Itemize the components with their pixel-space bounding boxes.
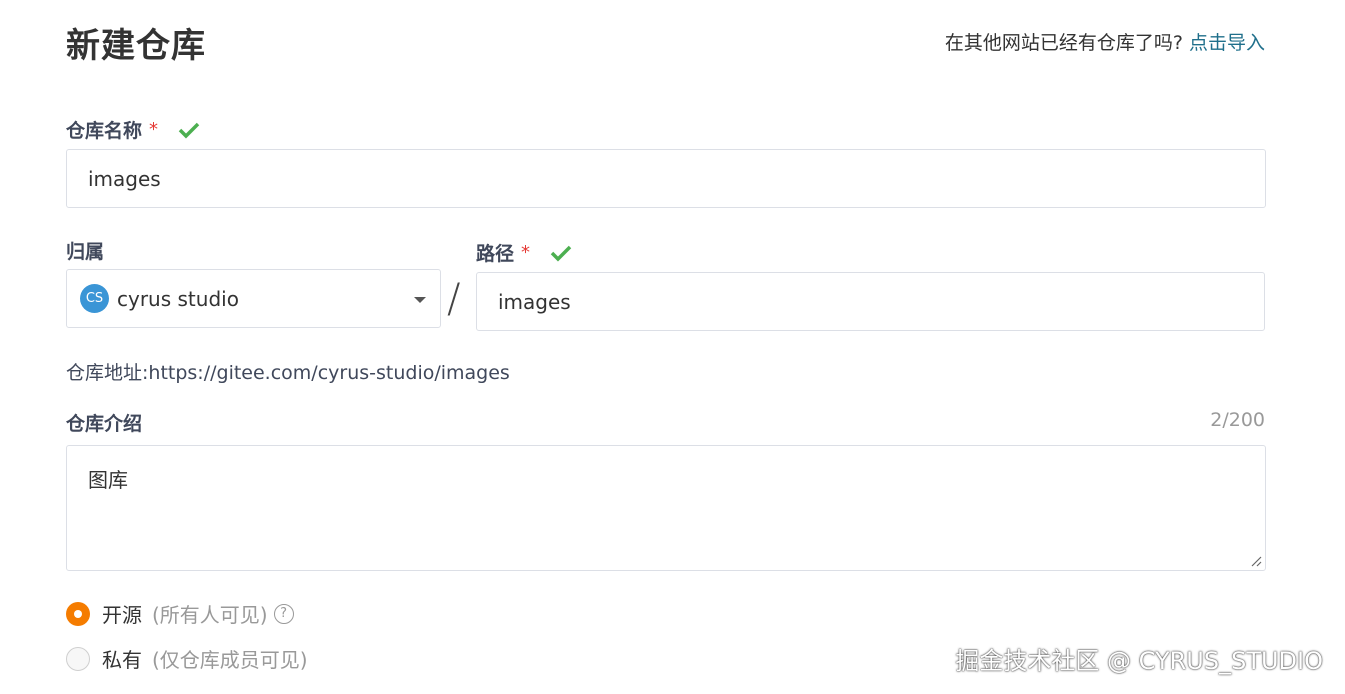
required-mark: * bbox=[521, 242, 531, 263]
repo-name-label-text: 仓库名称 bbox=[66, 120, 143, 142]
description-textarea[interactable]: 图库 bbox=[66, 445, 1266, 571]
radio-public-label: 开源 bbox=[102, 603, 142, 627]
description-label: 仓库介绍 bbox=[66, 409, 142, 436]
caret-down-icon bbox=[414, 297, 426, 303]
help-icon[interactable]: ? bbox=[273, 603, 294, 624]
check-icon bbox=[178, 122, 200, 138]
radio-public[interactable]: 开源 (所有人可见) ? bbox=[66, 599, 294, 628]
path-label-text: 路径 bbox=[476, 243, 515, 265]
radio-private[interactable]: 私有 (仅仓库成员可见) bbox=[66, 644, 308, 673]
radio-public-hint: (所有人可见) bbox=[152, 603, 268, 627]
repo-name-input[interactable]: images bbox=[66, 149, 1266, 208]
import-hint: 在其他网站已经有仓库了吗? 点击导入 bbox=[945, 28, 1265, 55]
description-label-text: 仓库介绍 bbox=[66, 413, 143, 435]
path-input[interactable]: images bbox=[476, 272, 1265, 331]
path-label: 路径 * bbox=[476, 239, 572, 266]
avatar: CS bbox=[80, 284, 109, 313]
description-count: 2/200 bbox=[1210, 409, 1265, 431]
repo-address: 仓库地址:https://gitee.com/cyrus-studio/imag… bbox=[66, 362, 510, 384]
radio-private-button[interactable] bbox=[66, 646, 90, 671]
path-separator: / bbox=[447, 276, 461, 322]
check-icon bbox=[550, 245, 572, 261]
description-value: 图库 bbox=[88, 468, 128, 492]
import-hint-text: 在其他网站已经有仓库了吗? bbox=[944, 32, 1183, 54]
radio-public-button[interactable] bbox=[66, 601, 90, 626]
resize-handle-icon[interactable] bbox=[1250, 555, 1262, 567]
owner-label-text: 归属 bbox=[66, 241, 105, 263]
owner-label: 归属 bbox=[66, 237, 104, 264]
import-link[interactable]: 点击导入 bbox=[1189, 32, 1265, 54]
owner-name: cyrus studio bbox=[117, 286, 239, 311]
repo-name-label: 仓库名称 * bbox=[66, 116, 200, 143]
required-mark: * bbox=[149, 119, 159, 140]
owner-select[interactable]: CS cyrus studio bbox=[66, 269, 441, 328]
repo-name-value: images bbox=[88, 166, 161, 191]
watermark: 掘金技术社区 @ CYRUS_STUDIO bbox=[955, 647, 1323, 675]
page-title: 新建仓库 bbox=[66, 26, 206, 66]
radio-private-hint: (仅仓库成员可见) bbox=[152, 648, 308, 672]
path-value: images bbox=[498, 289, 571, 314]
radio-private-label: 私有 bbox=[102, 648, 142, 672]
